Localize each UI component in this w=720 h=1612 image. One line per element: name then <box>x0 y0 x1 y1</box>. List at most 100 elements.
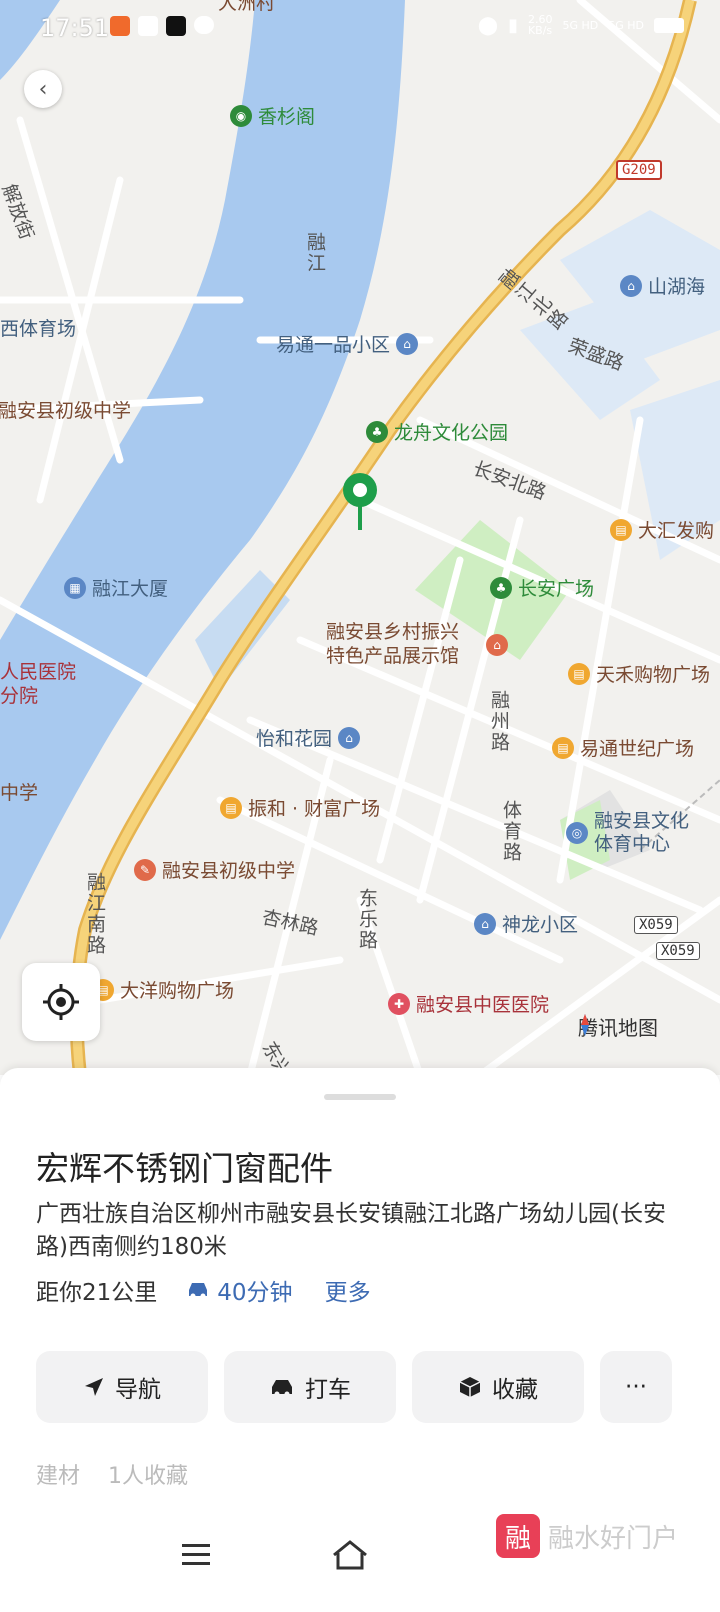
my-location-button[interactable] <box>22 963 100 1041</box>
poi-yitongshiji[interactable]: ▤ 易通世纪广场 <box>552 734 694 761</box>
more-link[interactable]: 更多 <box>325 1273 371 1307</box>
menu-icon <box>182 1544 210 1565</box>
home-icon <box>333 1540 367 1570</box>
poi-label: 大汇发购 <box>638 520 715 542</box>
drag-handle[interactable] <box>324 1094 396 1100</box>
drive-time-link[interactable]: 40分钟 <box>185 1273 293 1307</box>
poi-chuji[interactable]: 融安县初级中学 <box>0 396 131 423</box>
poi-xiangshange[interactable]: ◉ 香杉阁 <box>230 102 315 129</box>
poi-label: 大洋购物广场 <box>120 980 235 1002</box>
poi-label: 融江大厦 <box>92 578 169 600</box>
app-notification-icon <box>138 16 158 36</box>
status-indicators: ⬤ ▮ 2.60 KB/s 5G HD 5G HD <box>478 14 684 36</box>
stadium-icon: ◎ <box>566 822 588 844</box>
watermark-text: 融水好门户 <box>548 1523 679 1554</box>
poi-shanhuhai[interactable]: ⌂ 山湖海 <box>620 272 705 299</box>
road-label: 东乐路 <box>356 888 378 951</box>
poi-dayang[interactable]: ▤ 大洋购物广场 <box>92 976 234 1003</box>
action-bar: 导航 打车 收藏 ··· <box>36 1351 672 1423</box>
poi-label: 长安广场 <box>518 578 595 600</box>
tiktok-icon <box>166 16 186 36</box>
poi-wenhua[interactable]: ◎ 融安县文化 体育中心 <box>566 810 689 856</box>
park-icon: ♣ <box>490 576 512 599</box>
residential-icon: ⌂ <box>474 912 496 935</box>
more-options-icon: ··· <box>625 1374 647 1400</box>
museum-icon: ⌂ <box>486 634 508 656</box>
poi-label: 融安县乡村振兴 <box>326 621 460 643</box>
message-icon <box>194 16 214 34</box>
chevron-left-icon: ‹ <box>38 76 48 102</box>
shopping-icon: ▤ <box>552 736 574 759</box>
poi-changan-guangchang[interactable]: ♣ 长安广场 <box>490 574 594 601</box>
more-options-button[interactable]: ··· <box>600 1351 672 1423</box>
residential-icon: ⌂ <box>396 332 419 355</box>
navigate-button[interactable]: 导航 <box>36 1351 208 1423</box>
poi-chuji2[interactable]: ✎ 融安县初级中学 <box>134 856 295 883</box>
poi-label: 特色产品展示馆 <box>326 645 460 667</box>
status-time: 17:51 <box>40 14 110 42</box>
navigation-arrow-icon <box>85 1378 103 1396</box>
poi-label: 融安县初级中学 <box>0 400 132 422</box>
drive-time: 40分钟 <box>217 1280 293 1306</box>
poi-longzhou[interactable]: ♣ 龙舟文化公园 <box>366 418 508 445</box>
poi-zhongyi[interactable]: ✚ 融安县中医医院 <box>388 990 549 1017</box>
compass-icon <box>581 1014 589 1036</box>
battery-icon <box>654 17 684 33</box>
poi-tiyuchang[interactable]: 西体育场 <box>0 314 76 341</box>
taxi-label: 打车 <box>305 1377 351 1403</box>
poi-renmin[interactable]: 人民医院 分院 <box>0 660 76 708</box>
map-view[interactable]: 大洲村 ◉ 香杉阁 融江 解放街 西体育场 融安县初级中学 易通一品小区 ⌂ ♣ 龙舟… <box>0 0 720 1075</box>
favorite-button[interactable]: 收藏 <box>412 1351 584 1423</box>
road-label: 融江南路 <box>84 872 106 956</box>
road-shield-x059: X059 <box>656 942 700 960</box>
hospital-icon: ✚ <box>388 992 410 1015</box>
poi-label: 分院 <box>0 685 39 707</box>
shopping-icon: ▤ <box>568 662 590 685</box>
road-shield-x059: X059 <box>634 916 678 934</box>
shopping-icon: ▤ <box>610 518 632 541</box>
residential-icon: ⌂ <box>338 726 361 749</box>
poi-zhongxue[interactable]: 中学 <box>0 778 38 805</box>
distance-text: 距你21公里 <box>36 1280 158 1306</box>
poi-label: 易通世纪广场 <box>580 738 695 760</box>
place-tags: 建材 1人收藏 <box>36 1458 188 1490</box>
highway-shield-g209: G209 <box>616 160 662 180</box>
poi-label: 易通一品小区 <box>276 334 391 356</box>
road-label: 体育路 <box>500 800 522 863</box>
favorite-label: 收藏 <box>492 1377 538 1403</box>
river-label: 融江 <box>304 232 326 274</box>
poi-tianhe[interactable]: ▤ 天禾购物广场 <box>568 660 710 687</box>
poi-label: 山湖海 <box>648 276 706 298</box>
building-icon: ▦ <box>64 576 86 599</box>
poi-rongjiangdasha[interactable]: ▦ 融江大厦 <box>64 574 168 601</box>
network-unit: KB/s <box>527 24 553 37</box>
poi-label: 融安县文化 <box>594 810 690 832</box>
poi-yihe[interactable]: 怡和花园 ⌂ <box>256 724 366 751</box>
poi-label: 体育中心 <box>594 833 671 855</box>
taxi-icon <box>272 1380 292 1397</box>
notification-icons <box>110 16 214 36</box>
poi-xiangcun[interactable]: 融安县乡村振兴 特色产品展示馆 <box>326 620 459 668</box>
crosshair-icon <box>43 984 79 1020</box>
back-button[interactable]: ‹ <box>24 70 62 108</box>
poi-shenlong[interactable]: ⌂ 神龙小区 <box>474 910 578 937</box>
watermark-logo-icon: 融 <box>496 1514 540 1558</box>
place-address: 广西壮族自治区柳州市融安县长安镇融江北路广场幼儿园(长安路)西南侧约180米 <box>36 1201 666 1260</box>
poi-label: 西体育场 <box>0 318 77 340</box>
taxi-button[interactable]: 打车 <box>224 1351 396 1423</box>
poi-yitong[interactable]: 易通一品小区 ⌂ <box>276 330 424 357</box>
location-icon: ⬤ <box>477 14 499 36</box>
category-tag: 建材 <box>36 1464 81 1489</box>
shopping-icon: ▤ <box>220 796 242 819</box>
signal-label: 5G HD <box>562 18 599 32</box>
road-label: 融州路 <box>488 690 510 753</box>
vibrate-icon: ▮ <box>508 14 518 36</box>
poi-label: 怡和花园 <box>256 728 333 750</box>
poi-dahui[interactable]: ▤ 大汇发购 <box>610 516 714 543</box>
poi-zhenhe[interactable]: ▤ 振和 · 财富广场 <box>220 794 380 821</box>
residential-icon: ⌂ <box>620 274 642 297</box>
poi-label: 天禾购物广场 <box>596 664 711 686</box>
cube-icon <box>459 1377 481 1397</box>
poi-label: 神龙小区 <box>502 914 579 936</box>
route-summary: 距你21公里 40分钟 更多 <box>36 1273 371 1307</box>
